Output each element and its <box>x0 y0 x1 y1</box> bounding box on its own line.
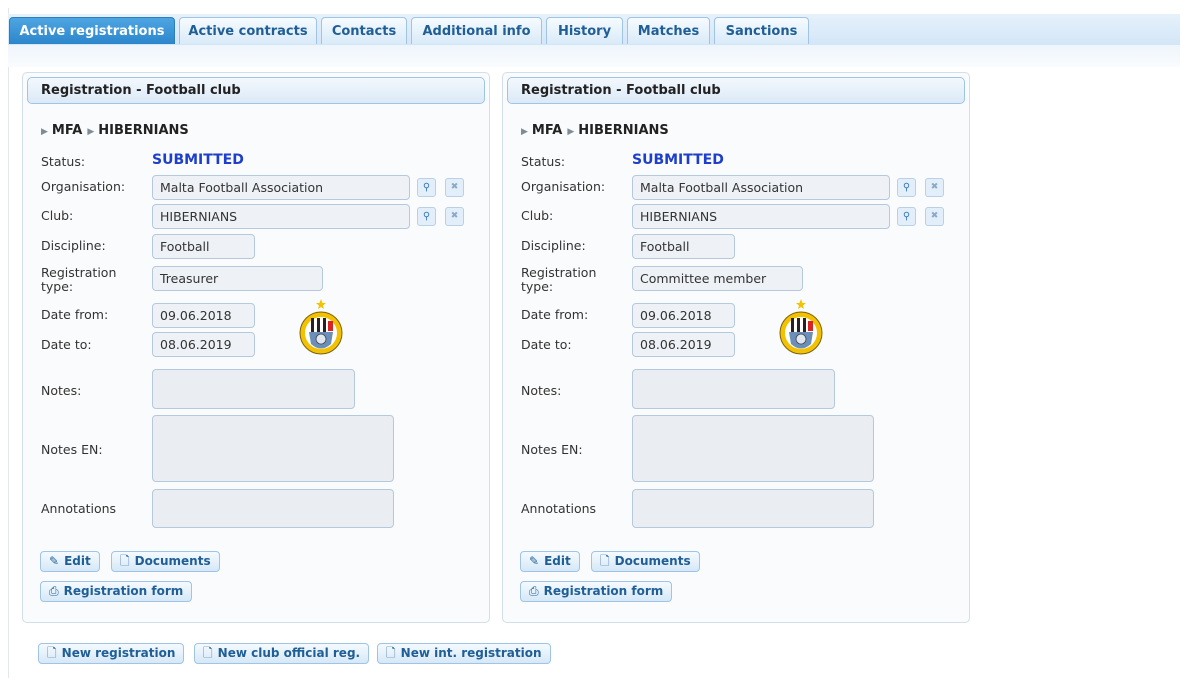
date-from-field[interactable]: 09.06.2018 <box>632 303 735 328</box>
search-icon[interactable]: ⚲ <box>417 207 436 226</box>
club-crest-icon <box>299 299 343 355</box>
club-crest-icon <box>779 299 823 355</box>
panel-title: Registration - Football club <box>27 77 485 104</box>
status-label: Status: <box>41 154 86 169</box>
date-to-field[interactable]: 08.06.2019 <box>152 332 255 357</box>
search-icon[interactable]: ⚲ <box>897 207 916 226</box>
discipline-label: Discipline: <box>41 238 106 253</box>
document-icon: 🗋 <box>120 554 130 568</box>
new-int-registration-button[interactable]: 🗋 New int. registration <box>377 643 551 664</box>
breadcrumb-item[interactable]: MFA <box>52 123 82 138</box>
document-icon: 🗋 <box>47 646 57 660</box>
notes-label: Notes: <box>521 383 562 398</box>
date-from-label: Date from: <box>521 307 589 322</box>
notes-en-label: Notes EN: <box>41 442 103 457</box>
registration-type-field[interactable]: Committee member <box>632 266 803 291</box>
tab-contacts[interactable]: Contacts <box>321 17 407 44</box>
new-club-official-button[interactable]: 🗋 New club official reg. <box>194 643 370 664</box>
tab-history[interactable]: History <box>546 17 623 44</box>
registration-panel: Registration - Football club ▶ MFA ▶ HIBERN… <box>502 72 970 623</box>
date-to-label: Date to: <box>41 337 92 352</box>
triangle-right-icon: ▶ <box>87 127 95 137</box>
discipline-label: Discipline: <box>521 238 586 253</box>
notes-en-label: Notes EN: <box>521 442 583 457</box>
triangle-right-icon: ▶ <box>521 127 528 137</box>
club-label: Club: <box>521 208 554 223</box>
notes-en-field[interactable] <box>152 415 394 482</box>
registration-form-button[interactable]: ⎙ Registration form <box>520 581 673 602</box>
annotations-field[interactable] <box>152 489 394 528</box>
date-from-label: Date from: <box>41 307 109 322</box>
tab-additional-info[interactable]: Additional info <box>411 17 542 44</box>
breadcrumb-item[interactable]: HIBERNIANS <box>578 123 669 138</box>
club-field[interactable]: HIBERNIANS <box>632 204 890 229</box>
search-icon[interactable]: ⚲ <box>897 178 916 197</box>
tab-content-band <box>8 45 1180 67</box>
registration-type-label: Registration type: <box>521 265 597 294</box>
registration-form-button[interactable]: ⎙ Registration form <box>40 581 193 602</box>
documents-button[interactable]: 🗋 Documents <box>591 551 700 572</box>
notes-field[interactable] <box>632 369 835 409</box>
annotations-label: Annotations <box>521 501 597 516</box>
triangle-right-icon: ▶ <box>41 127 48 137</box>
documents-button[interactable]: 🗋 Documents <box>111 551 220 572</box>
discipline-field[interactable]: Football <box>632 234 735 259</box>
notes-en-field[interactable] <box>632 415 874 482</box>
triangle-right-icon: ▶ <box>567 127 575 137</box>
date-to-field[interactable]: 08.06.2019 <box>632 332 735 357</box>
breadcrumb-item[interactable]: HIBERNIANS <box>98 123 189 138</box>
new-registration-button[interactable]: 🗋 New registration <box>38 643 185 664</box>
club-label: Club: <box>41 208 74 223</box>
organisation-field[interactable]: Malta Football Association <box>152 175 410 200</box>
close-icon[interactable]: ✖ <box>445 178 464 197</box>
document-icon: 🗋 <box>600 554 610 568</box>
close-icon[interactable]: ✖ <box>925 207 944 226</box>
tab-active-contracts[interactable]: Active contracts <box>179 17 317 44</box>
organisation-label: Organisation: <box>521 179 606 194</box>
discipline-field[interactable]: Football <box>152 234 255 259</box>
registration-type-field[interactable]: Treasurer <box>152 266 323 291</box>
status-value: SUBMITTED <box>632 152 724 168</box>
annotations-field[interactable] <box>632 489 874 528</box>
registration-panel: Registration - Football club ▶ MFA ▶ HIBERN… <box>22 72 490 623</box>
organisation-label: Organisation: <box>41 179 126 194</box>
breadcrumb: ▶ MFA ▶ HIBERNIANS <box>521 123 669 138</box>
pencil-icon: ✎ <box>529 554 540 568</box>
notes-field[interactable] <box>152 369 355 409</box>
organisation-field[interactable]: Malta Football Association <box>632 175 890 200</box>
status-value: SUBMITTED <box>152 152 244 168</box>
breadcrumb-item[interactable]: MFA <box>532 123 562 138</box>
date-to-label: Date to: <box>521 337 572 352</box>
notes-label: Notes: <box>41 383 82 398</box>
date-from-field[interactable]: 09.06.2018 <box>152 303 255 328</box>
registration-type-label: Registration type: <box>41 265 117 294</box>
tab-matches[interactable]: Matches <box>627 17 710 44</box>
close-icon[interactable]: ✖ <box>445 207 464 226</box>
printer-icon: ⎙ <box>529 584 539 598</box>
edit-button[interactable]: ✎ Edit <box>520 551 580 572</box>
club-field[interactable]: HIBERNIANS <box>152 204 410 229</box>
close-icon[interactable]: ✖ <box>925 178 944 197</box>
panel-title: Registration - Football club <box>507 77 965 104</box>
tab-active-registrations[interactable]: Active registrations <box>9 17 175 44</box>
pencil-icon: ✎ <box>49 554 60 568</box>
document-icon: 🗋 <box>386 646 396 660</box>
edit-button[interactable]: ✎ Edit <box>40 551 100 572</box>
search-icon[interactable]: ⚲ <box>417 178 436 197</box>
printer-icon: ⎙ <box>49 584 59 598</box>
document-icon: 🗋 <box>203 646 213 660</box>
breadcrumb: ▶ MFA ▶ HIBERNIANS <box>41 123 189 138</box>
tab-sanctions[interactable]: Sanctions <box>714 17 809 44</box>
status-label: Status: <box>521 154 566 169</box>
annotations-label: Annotations <box>41 501 117 516</box>
